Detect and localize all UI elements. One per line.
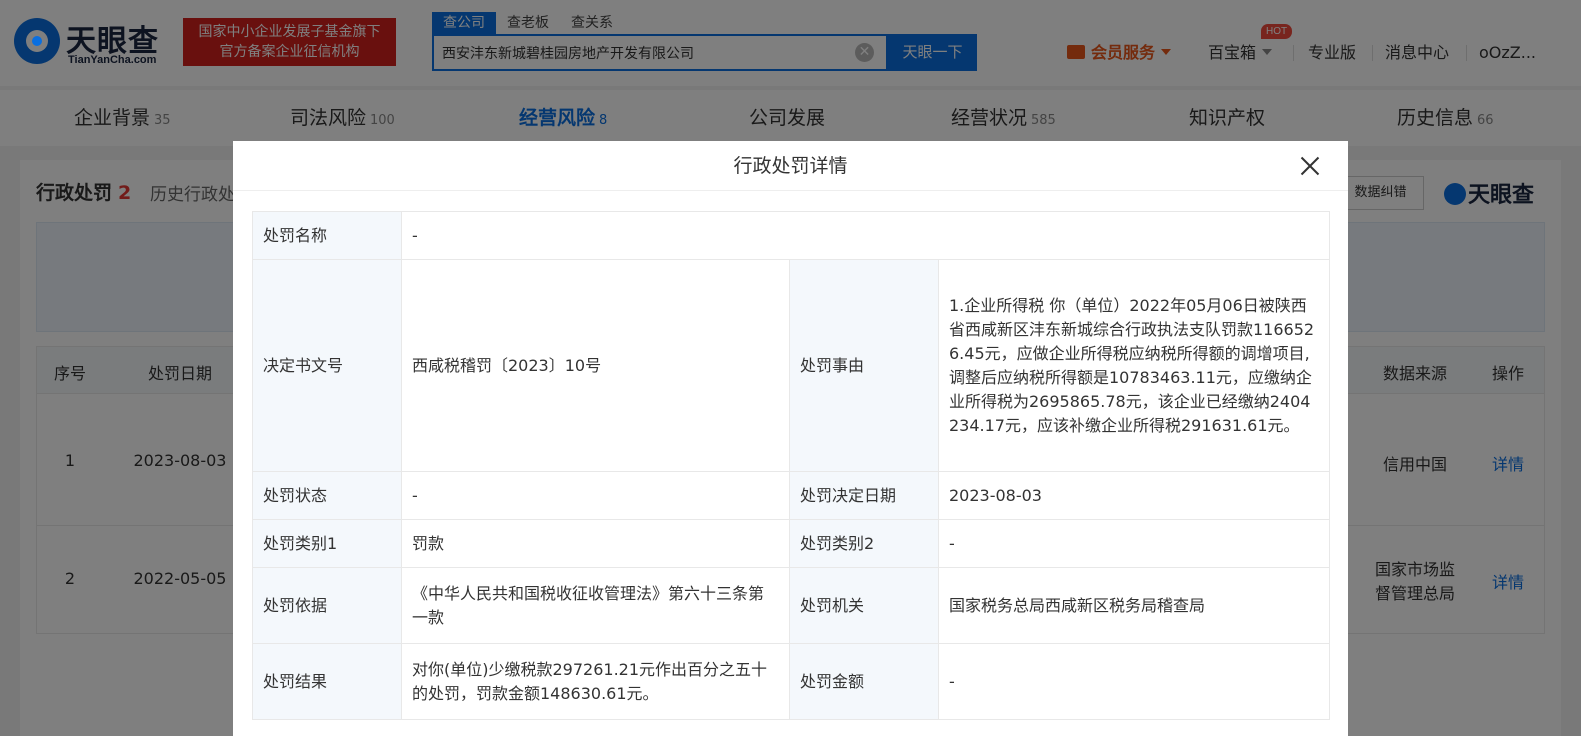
decision-doc-label: 决定书文号 bbox=[252, 259, 402, 472]
penalty-category2-label: 处罚类别2 bbox=[789, 519, 939, 568]
penalty-result-label: 处罚结果 bbox=[252, 643, 402, 720]
penalty-authority-value: 国家税务总局西咸新区税务局稽查局 bbox=[937, 567, 1331, 644]
penalty-status-value: - bbox=[401, 471, 790, 520]
penalty-basis-label: 处罚依据 bbox=[252, 567, 402, 644]
penalty-category1-value: 罚款 bbox=[401, 519, 790, 568]
penalty-detail-modal: 行政处罚详情 处罚名称 - 决定书文号 西咸税稽罚〔2023〕10号 处罚事由 … bbox=[233, 141, 1348, 736]
decision-doc-value: 西咸税稽罚〔2023〕10号 bbox=[401, 259, 790, 472]
close-icon[interactable] bbox=[1298, 154, 1322, 178]
modal-title: 行政处罚详情 bbox=[733, 155, 848, 177]
penalty-detail-table: 处罚名称 - 决定书文号 西咸税稽罚〔2023〕10号 处罚事由 1.企业所得税… bbox=[252, 211, 1331, 720]
penalty-status-label: 处罚状态 bbox=[252, 471, 402, 520]
penalty-reason-label: 处罚事由 bbox=[789, 259, 939, 472]
penalty-reason-value: 1.企业所得税 你（单位）2022年05月06日被陕西省西咸新区沣东新城综合行政… bbox=[937, 259, 1331, 472]
penalty-amount-label: 处罚金额 bbox=[789, 643, 939, 720]
decision-date-value: 2023-08-03 bbox=[937, 471, 1331, 520]
penalty-basis-value: 《中华人民共和国税收征收管理法》第六十三条第一款 bbox=[401, 567, 790, 644]
penalty-category1-label: 处罚类别1 bbox=[252, 519, 402, 568]
penalty-result-value: 对你(单位)少缴税款297261.21元作出百分之五十的处罚，罚款金额14863… bbox=[401, 643, 790, 720]
decision-date-label: 处罚决定日期 bbox=[789, 471, 939, 520]
penalty-name-value: - bbox=[400, 211, 1331, 260]
penalty-amount-value: - bbox=[937, 643, 1331, 720]
penalty-name-label: 处罚名称 bbox=[252, 211, 402, 260]
modal-header: 行政处罚详情 bbox=[233, 141, 1348, 191]
penalty-authority-label: 处罚机关 bbox=[789, 567, 939, 644]
penalty-category2-value: - bbox=[937, 519, 1331, 568]
